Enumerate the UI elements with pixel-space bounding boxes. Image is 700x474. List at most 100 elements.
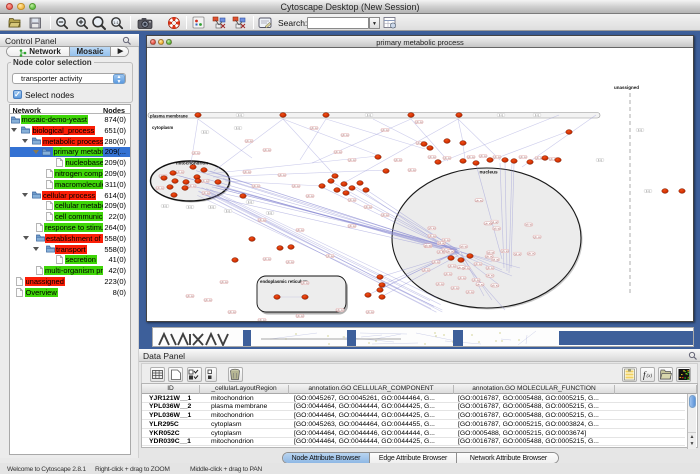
svg-text:(yb..w): (yb..w) (245, 140, 252, 143)
svg-text:(yb..w): (yb..w) (528, 253, 535, 256)
svg-text:(yb..w): (yb..w) (408, 169, 415, 172)
svg-text:1:1: 1:1 (113, 20, 119, 25)
svg-text:(yb..w): (yb..w) (336, 309, 343, 312)
svg-text:(yb..w): (yb..w) (486, 256, 493, 259)
svg-text:(yb..w): (yb..w) (486, 275, 493, 278)
svg-text:(yb..w): (yb..w) (466, 291, 473, 294)
svg-text:unassigned: unassigned (614, 85, 639, 90)
svg-text:(yb..w): (yb..w) (348, 225, 355, 228)
svg-text:(t..t): (t..t) (646, 190, 650, 193)
svg-text:(yb..w): (yb..w) (487, 252, 494, 255)
svg-text:(yb..w): (yb..w) (188, 185, 195, 188)
svg-text:(yb..w): (yb..w) (258, 219, 265, 222)
svg-text:(t..t): (t..t) (238, 114, 242, 117)
svg-text:(yb..w): (yb..w) (310, 127, 317, 130)
svg-text:(t..t): (t..t) (210, 206, 214, 209)
svg-text:(yb..w): (yb..w) (424, 244, 431, 247)
svg-text:(yb..w): (yb..w) (443, 157, 450, 160)
svg-text:(yb..w): (yb..w) (176, 171, 183, 174)
svg-text:(yb..w): (yb..w) (258, 319, 265, 321)
svg-text:(yb..w): (yb..w) (444, 273, 451, 276)
svg-text:(yb..w): (yb..w) (220, 281, 227, 284)
svg-text:(yb..w): (yb..w) (486, 267, 493, 270)
svg-text:(yb..w): (yb..w) (472, 279, 479, 282)
svg-text:(yb..w): (yb..w) (458, 277, 465, 280)
svg-text:(yb..w): (yb..w) (448, 265, 455, 268)
svg-text:(yb..w): (yb..w) (493, 156, 500, 159)
svg-text:(yb..w): (yb..w) (263, 149, 270, 152)
svg-text:(yb..w): (yb..w) (428, 227, 435, 230)
svg-text:(t..t): (t..t) (598, 159, 602, 162)
svg-text:(yb..w): (yb..w) (474, 263, 481, 266)
svg-text:(yb..w): (yb..w) (192, 152, 199, 155)
svg-text:(t..t): (t..t) (188, 206, 192, 209)
svg-text:(yb..w): (yb..w) (394, 159, 401, 162)
svg-text:(yb..w): (yb..w) (366, 311, 373, 314)
svg-text:(yb..w): (yb..w) (428, 156, 435, 159)
svg-text:nucleus: nucleus (480, 170, 498, 176)
svg-text:(yb..w): (yb..w) (422, 269, 429, 272)
svg-text:(yb..w): (yb..w) (292, 185, 299, 188)
svg-text:(yb..w): (yb..w) (334, 151, 341, 154)
svg-text:(yb..w): (yb..w) (436, 283, 443, 286)
svg-text:(yb..w): (yb..w) (525, 224, 532, 227)
svg-text:(yb..w): (yb..w) (451, 287, 458, 290)
svg-text:(yb..w): (yb..w) (296, 229, 303, 232)
svg-text:(yb..w): (yb..w) (278, 174, 285, 177)
svg-text:(yb..w): (yb..w) (348, 159, 355, 162)
svg-text:(yb..w): (yb..w) (491, 221, 498, 224)
svg-text:(yb..w): (yb..w) (243, 171, 250, 174)
svg-text:plasma membrane: plasma membrane (150, 113, 188, 118)
svg-text:cytoplasm: cytoplasm (152, 125, 173, 130)
svg-text:(yb..w): (yb..w) (228, 311, 235, 314)
svg-text:(yb..w): (yb..w) (326, 255, 333, 258)
svg-text:(yb..w): (yb..w) (341, 134, 348, 137)
svg-text:(yb..w): (yb..w) (186, 295, 193, 298)
svg-text:(t..t): (t..t) (163, 205, 167, 208)
svg-text:(yb..w): (yb..w) (491, 285, 498, 288)
svg-text:(yb..w): (yb..w) (479, 155, 486, 158)
svg-text:(t..t): (t..t) (499, 114, 503, 117)
svg-text:(t..t): (t..t) (203, 131, 207, 134)
svg-text:(yb..w): (yb..w) (263, 258, 270, 261)
svg-text:(yb..w): (yb..w) (301, 282, 308, 285)
svg-text:(yb..w): (yb..w) (460, 246, 467, 249)
svg-text:(t..t): (t..t) (248, 201, 252, 204)
svg-text:(yb..w): (yb..w) (475, 199, 482, 202)
svg-text:(yb..w): (yb..w) (519, 156, 526, 159)
svg-text:(yb..w): (yb..w) (493, 228, 500, 231)
svg-text:(t..t): (t..t) (367, 114, 371, 117)
svg-text:(x): (x) (647, 374, 653, 379)
svg-text:(yb..w): (yb..w) (458, 266, 465, 269)
svg-text:(t..t): (t..t) (226, 210, 230, 213)
svg-text:(yb..w): (yb..w) (447, 251, 454, 254)
svg-text:(t..t): (t..t) (268, 212, 272, 215)
svg-text:(yb..w): (yb..w) (202, 192, 209, 195)
svg-text:(yb..w): (yb..w) (476, 283, 483, 286)
svg-text:(yb..w): (yb..w) (381, 129, 388, 132)
svg-text:(yb..w): (yb..w) (286, 261, 293, 264)
svg-text:(yb..w): (yb..w) (381, 214, 388, 217)
svg-text:(yb..w): (yb..w) (204, 299, 211, 302)
svg-text:(t..t): (t..t) (236, 127, 240, 130)
svg-text:(yb..w): (yb..w) (492, 259, 499, 262)
svg-text:(yb..w): (yb..w) (156, 187, 163, 190)
svg-text:(yb..w): (yb..w) (201, 180, 208, 183)
svg-text:mitochondrion: mitochondrion (176, 161, 208, 166)
svg-text:(yb..w): (yb..w) (514, 253, 521, 256)
svg-text:(yb..w): (yb..w) (501, 250, 508, 253)
svg-text:(t..t): (t..t) (535, 114, 539, 117)
svg-text:(yb..w): (yb..w) (296, 315, 303, 318)
svg-text:(yb..w): (yb..w) (252, 185, 259, 188)
svg-text:Search:: Search: (278, 18, 307, 28)
svg-text:(yb..w): (yb..w) (428, 235, 435, 238)
svg-text:(yb..w): (yb..w) (432, 261, 439, 264)
svg-text:(yb..w): (yb..w) (467, 156, 474, 159)
svg-text:(yb..w): (yb..w) (415, 121, 422, 124)
svg-text:(yb..w): (yb..w) (348, 199, 355, 202)
svg-text:(yb..w): (yb..w) (306, 195, 313, 198)
svg-text:(yb..w): (yb..w) (534, 236, 541, 239)
svg-text:(yb..w): (yb..w) (364, 206, 371, 209)
svg-text:(yb..w): (yb..w) (438, 242, 445, 245)
svg-text:(t..t): (t..t) (638, 129, 642, 132)
